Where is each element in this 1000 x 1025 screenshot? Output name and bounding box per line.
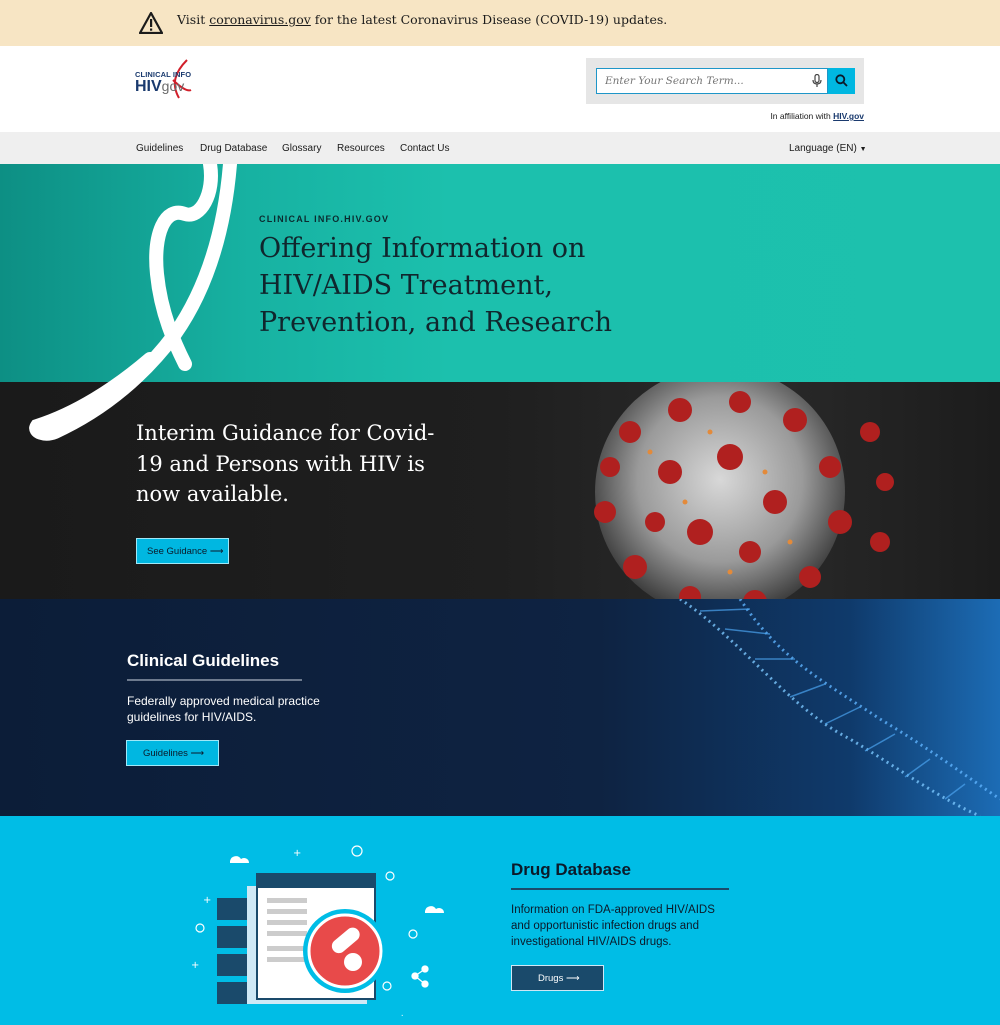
arrow-right-icon: ⟶ bbox=[565, 973, 580, 984]
heading-underline bbox=[511, 888, 729, 890]
affiliation-text: In affiliation with HIV.gov bbox=[770, 111, 864, 121]
drug-database-heading: Drug Database bbox=[511, 860, 631, 879]
nav-contact-us[interactable]: Contact Us bbox=[400, 143, 449, 154]
coronavirus-gov-link[interactable]: coronavirus.gov bbox=[209, 12, 311, 27]
arrow-right-icon: ⟶ bbox=[190, 748, 205, 759]
clinical-guidelines-heading: Clinical Guidelines bbox=[127, 651, 280, 670]
hiv-gov-link[interactable]: HIV.gov bbox=[833, 111, 864, 121]
hero-kicker: CLINICAL INFO.HIV.GOV bbox=[259, 214, 390, 224]
alert-text: Visit coronavirus.gov for the latest Cor… bbox=[177, 12, 668, 27]
drug-database-description: Information on FDA-approved HIV/AIDS and… bbox=[511, 904, 715, 948]
svg-text:+: + bbox=[191, 960, 199, 971]
dna-helix-image bbox=[679, 599, 1000, 816]
guidelines-button[interactable]: Guidelines ⟶ bbox=[126, 740, 219, 766]
coronavirus-image bbox=[594, 382, 894, 599]
arrow-right-icon: ⟶ bbox=[209, 546, 224, 557]
search-input[interactable] bbox=[596, 68, 828, 94]
language-selector[interactable]: Language (EN) ▼ bbox=[789, 143, 867, 154]
site-header: CLINICAL INFO HIVgov In affiliation with… bbox=[0, 46, 1000, 132]
svg-text:+: + bbox=[293, 848, 301, 859]
nav-resources[interactable]: Resources bbox=[337, 143, 385, 154]
drug-database-illustration: + + + + bbox=[191, 845, 444, 1016]
see-guidance-button[interactable]: See Guidance ⟶ bbox=[136, 538, 229, 564]
logo-hivgov: HIVgov bbox=[135, 78, 185, 95]
clinical-guidelines-description: Federally approved medical practice guid… bbox=[127, 694, 320, 724]
nav-drug-database[interactable]: Drug Database bbox=[200, 143, 267, 154]
hero-title: Offering Information on HIV/AIDS Treatme… bbox=[259, 233, 612, 338]
nav-glossary[interactable]: Glossary bbox=[282, 143, 321, 154]
search-icon bbox=[835, 74, 848, 87]
site-logo[interactable]: CLINICAL INFO HIVgov bbox=[135, 58, 197, 106]
warning-icon bbox=[139, 12, 163, 34]
heading-underline bbox=[127, 679, 302, 681]
search-button[interactable] bbox=[828, 68, 855, 94]
svg-text:+: + bbox=[203, 895, 211, 906]
microphone-icon[interactable] bbox=[812, 74, 822, 88]
caret-down-icon: ▼ bbox=[859, 146, 867, 153]
clinical-guidelines-section: Clinical Guidelines Federally approved m… bbox=[0, 599, 1000, 816]
drug-database-section: + + + + Drug Database Information on FDA-ap… bbox=[0, 816, 1000, 1025]
white-ribbon-graphic bbox=[29, 164, 237, 441]
search-box bbox=[586, 58, 864, 104]
nav-guidelines[interactable]: Guidelines bbox=[136, 143, 183, 154]
covid-alert-banner: Visit coronavirus.gov for the latest Cor… bbox=[0, 0, 1000, 46]
drugs-button[interactable]: Drugs ⟶ bbox=[511, 965, 604, 991]
svg-text:+: + bbox=[398, 1013, 406, 1016]
main-nav: Guidelines Drug Database Glossary Resour… bbox=[0, 132, 1000, 164]
